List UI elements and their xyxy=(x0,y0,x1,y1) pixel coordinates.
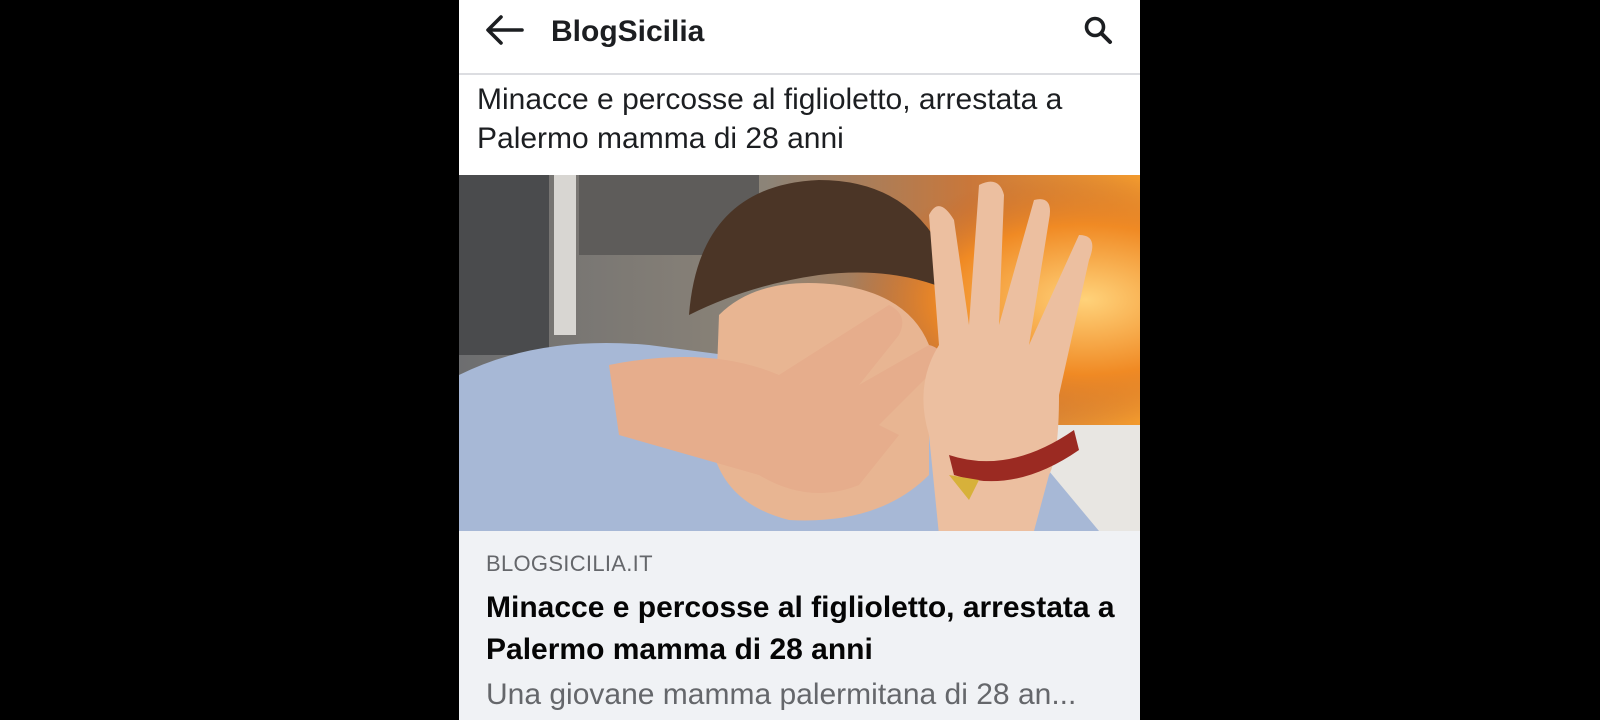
link-title[interactable]: Minacce e percosse al figlioletto, arres… xyxy=(486,587,1116,671)
search-button[interactable] xyxy=(1078,12,1118,52)
link-description: Una giovane mamma palermitana di 28 an..… xyxy=(486,678,1077,711)
link-preview-card[interactable]: BLOGSICILIA.IT Minacce e percosse al fig… xyxy=(459,175,1140,720)
search-icon xyxy=(1083,15,1113,50)
page-title: BlogSicilia xyxy=(551,15,705,48)
phone-screen: BlogSicilia Minacce e percosse al figlio… xyxy=(459,0,1140,720)
top-app-bar: BlogSicilia xyxy=(459,0,1140,75)
article-image[interactable] xyxy=(459,175,1140,531)
arrow-left-icon xyxy=(484,14,524,51)
link-card-body[interactable]: BLOGSICILIA.IT Minacce e percosse al fig… xyxy=(459,531,1140,720)
link-domain: BLOGSICILIA.IT xyxy=(486,551,653,576)
post-text: Minacce e percosse al figlioletto, arres… xyxy=(477,83,1063,155)
back-button[interactable] xyxy=(481,12,527,52)
